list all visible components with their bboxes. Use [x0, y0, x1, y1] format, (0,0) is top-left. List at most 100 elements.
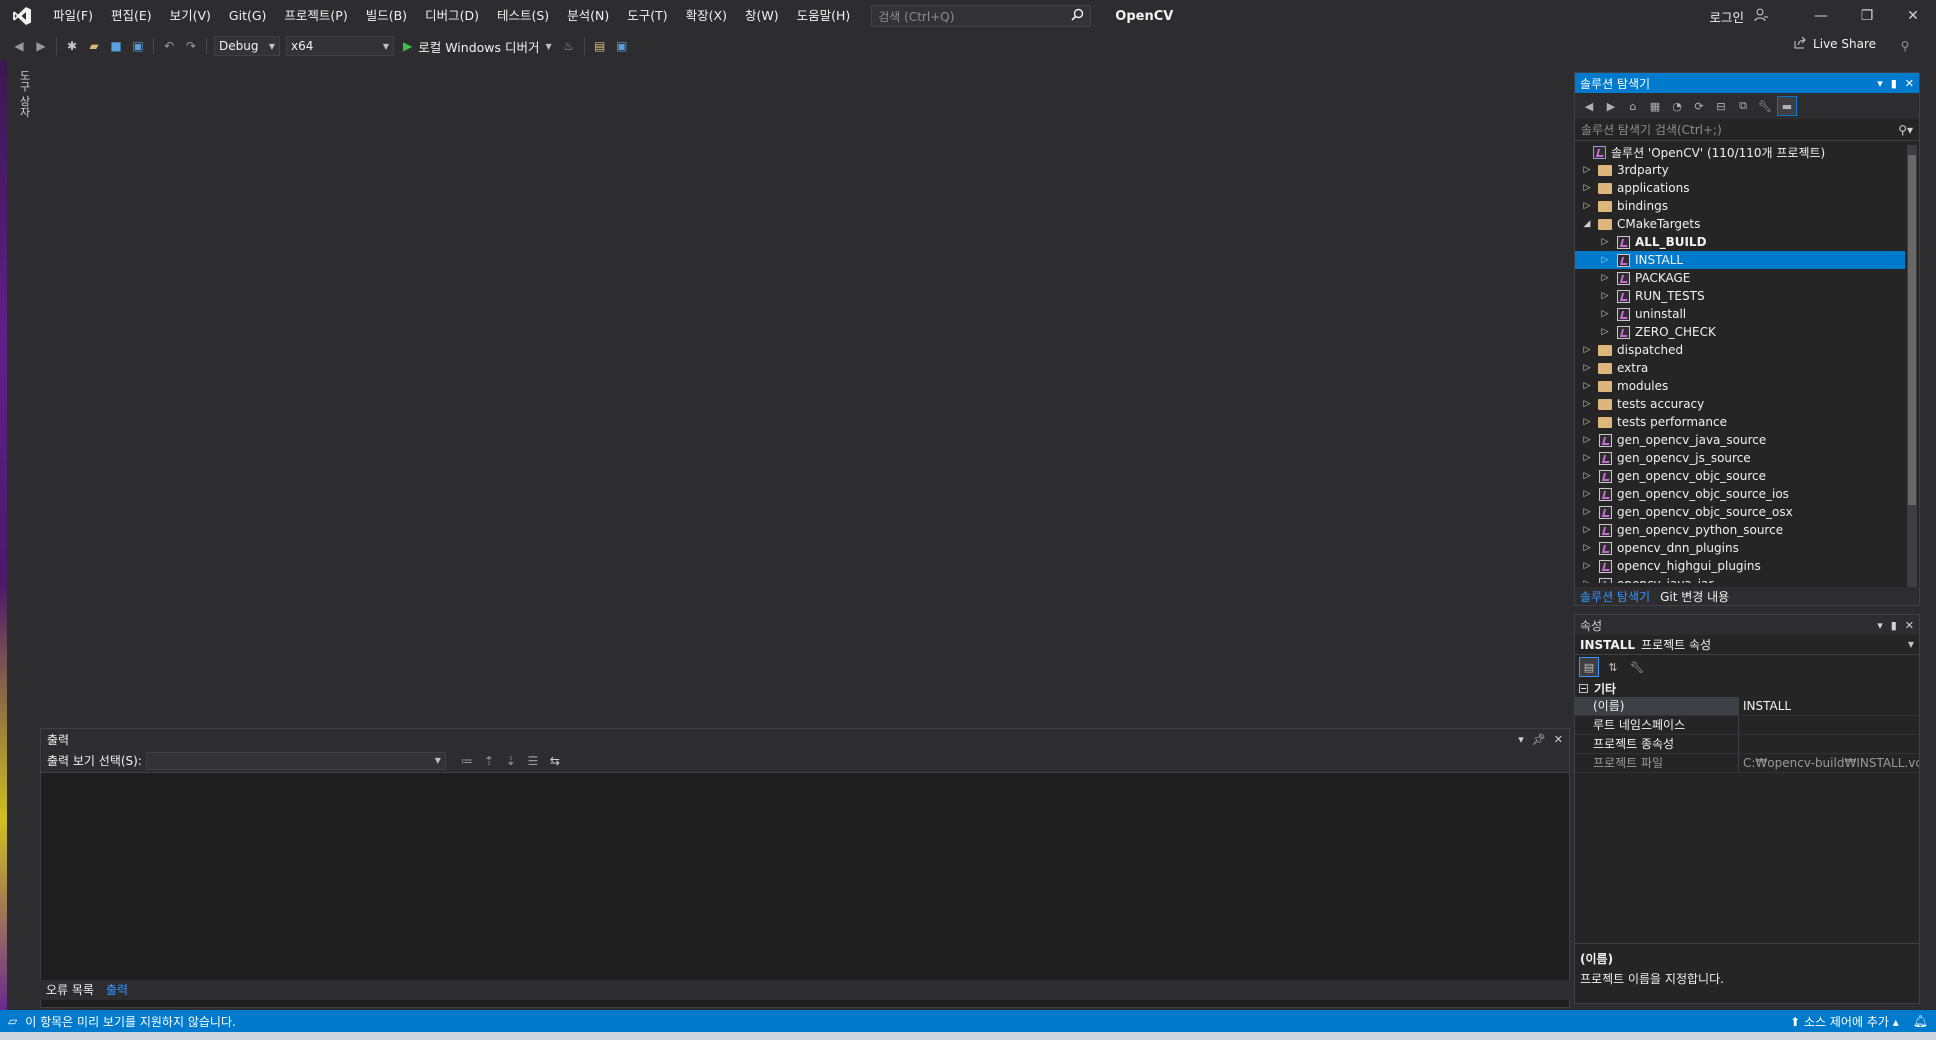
back-icon[interactable]: ◀	[8, 35, 30, 57]
property-row[interactable]: 루트 네임스페이스	[1575, 716, 1919, 735]
property-row[interactable]: (이름) INSTALL	[1575, 697, 1919, 716]
collapsed-arrow-icon[interactable]: ▷	[1581, 363, 1593, 373]
save-all-icon[interactable]: ▣	[127, 35, 149, 57]
visual-studio-logo-icon[interactable]	[0, 0, 44, 32]
restore-button[interactable]: ❐	[1844, 0, 1890, 32]
open-folder-icon[interactable]: ▰	[83, 35, 105, 57]
tree-item[interactable]: ▷ extra	[1575, 359, 1905, 377]
close-button[interactable]: ✕	[1890, 0, 1936, 32]
output-text-area[interactable]	[41, 774, 1569, 1007]
start-debugging-button[interactable]: ▶ 로컬 Windows 디버거 ▼	[403, 37, 552, 56]
tree-item[interactable]: ▷ INSTALL	[1575, 251, 1905, 269]
collapsed-arrow-icon[interactable]: ▷	[1581, 489, 1593, 499]
window-menu-icon[interactable]: ▾	[1518, 733, 1524, 746]
property-pages-icon[interactable]: 🔧︎	[1627, 657, 1647, 677]
forward-icon[interactable]: ▶	[30, 35, 52, 57]
chevron-down-icon[interactable]: ▼	[545, 42, 551, 51]
menu-test[interactable]: 테스트(S)	[488, 0, 558, 32]
account-icon[interactable]	[1754, 8, 1768, 25]
tab-git-changes[interactable]: Git 변경 내용	[1655, 588, 1734, 605]
collapsed-arrow-icon[interactable]: ▷	[1581, 471, 1593, 481]
login-link[interactable]: 로그인	[1709, 7, 1744, 26]
tree-item[interactable]: ▷ opencv_highgui_plugins	[1575, 557, 1905, 575]
menu-git[interactable]: Git(G)	[220, 0, 276, 32]
collapsed-arrow-icon[interactable]: ▷	[1581, 183, 1593, 193]
menu-file[interactable]: 파일(F)	[44, 0, 102, 32]
collapsed-arrow-icon[interactable]: ▷	[1581, 561, 1593, 571]
menu-tools[interactable]: 도구(T)	[618, 0, 676, 32]
tree-item[interactable]: ▷ 3rdparty	[1575, 161, 1905, 179]
alphabetical-icon[interactable]: ⇅	[1603, 657, 1623, 677]
collapsed-arrow-icon[interactable]: ▷	[1581, 165, 1593, 175]
window-menu-icon[interactable]: ▾	[1877, 77, 1883, 90]
preview-selected-icon[interactable]: ▬	[1777, 96, 1797, 116]
tree-item[interactable]: ▷ opencv_java_jar	[1575, 575, 1905, 583]
tree-item[interactable]: ▷ tests performance	[1575, 413, 1905, 431]
property-category[interactable]: − 기타	[1575, 679, 1919, 697]
menu-debug[interactable]: 디버그(D)	[416, 0, 488, 32]
collapsed-arrow-icon[interactable]: ▷	[1581, 381, 1593, 391]
collapsed-arrow-icon[interactable]: ▷	[1581, 525, 1593, 535]
menu-project[interactable]: 프로젝트(P)	[275, 0, 356, 32]
undo-icon[interactable]: ↶	[158, 35, 180, 57]
tree-item[interactable]: ▷ modules	[1575, 377, 1905, 395]
tree-item[interactable]: ▷ PACKAGE	[1575, 269, 1905, 287]
close-icon[interactable]: ✕	[1905, 619, 1914, 632]
menu-analyze[interactable]: 분석(N)	[558, 0, 618, 32]
property-value[interactable]: INSTALL	[1739, 697, 1919, 716]
tree-item[interactable]: ▷ opencv_dnn_plugins	[1575, 539, 1905, 557]
find-next-icon[interactable]: ⇣	[500, 750, 522, 772]
collapsed-arrow-icon[interactable]: ▷	[1581, 435, 1593, 445]
categorized-icon[interactable]: ▤	[1579, 657, 1599, 677]
tree-item[interactable]: ▷ RUN_TESTS	[1575, 287, 1905, 305]
output-source-dropdown[interactable]: ▼	[145, 751, 446, 770]
open-file-icon[interactable]: ▤	[589, 35, 611, 57]
pin-icon[interactable]: 📌︎	[1532, 733, 1546, 746]
close-icon[interactable]: ✕	[1905, 77, 1914, 90]
tab-error-list[interactable]: 오류 목록	[40, 980, 100, 1000]
menu-view[interactable]: 보기(V)	[161, 0, 220, 32]
collapsed-arrow-icon[interactable]: ▷	[1599, 309, 1611, 319]
collapsed-arrow-icon[interactable]: ▷	[1581, 201, 1593, 211]
solution-search-input[interactable]: 솔루션 탐색기 검색(Ctrl+;) ⚲▾	[1575, 119, 1919, 141]
new-item-icon[interactable]: ✱	[61, 35, 83, 57]
tree-item[interactable]: ▷ ALL_BUILD	[1575, 233, 1905, 251]
collapse-all-icon[interactable]: ⊟	[1711, 96, 1731, 116]
source-control-button[interactable]: ⬆ 소스 제어에 추가 ▴	[1790, 1013, 1899, 1030]
find-previous-icon[interactable]: ⇡	[478, 750, 500, 772]
scrollbar-thumb[interactable]	[1908, 155, 1916, 505]
tree-item[interactable]: ▷ tests accuracy	[1575, 395, 1905, 413]
menu-extensions[interactable]: 확장(X)	[677, 0, 736, 32]
tree-item[interactable]: ▷ ZERO_CHECK	[1575, 323, 1905, 341]
property-value[interactable]	[1739, 716, 1919, 735]
clear-all-icon[interactable]: ≔	[456, 750, 478, 772]
properties-wrench-icon[interactable]: 🔧︎	[1755, 96, 1775, 116]
sync-icon[interactable]: ⟳	[1689, 96, 1709, 116]
collapsed-arrow-icon[interactable]: ▷	[1599, 273, 1611, 283]
show-all-files-icon[interactable]: ⧉	[1733, 96, 1753, 116]
feedback-icon[interactable]: ⚲	[1894, 35, 1916, 57]
collapsed-arrow-icon[interactable]: ▷	[1581, 579, 1593, 583]
collapsed-arrow-icon[interactable]: ▷	[1599, 255, 1611, 265]
collapsed-arrow-icon[interactable]: ▷	[1599, 291, 1611, 301]
close-icon[interactable]: ✕	[1554, 733, 1563, 746]
redo-icon[interactable]: ↷	[180, 35, 202, 57]
pin-icon[interactable]: ▮	[1891, 619, 1897, 632]
tree-item[interactable]: ◢ CMakeTargets	[1575, 215, 1905, 233]
collapsed-arrow-icon[interactable]: ▷	[1581, 543, 1593, 553]
solution-root[interactable]: 솔루션 'OpenCV' (110/110개 프로젝트)	[1575, 143, 1905, 161]
tree-item[interactable]: ▷ gen_opencv_objc_source_osx	[1575, 503, 1905, 521]
collapsed-arrow-icon[interactable]: ▷	[1599, 237, 1611, 247]
collapsed-arrow-icon[interactable]: ▷	[1581, 399, 1593, 409]
property-value[interactable]	[1739, 735, 1919, 754]
tab-output[interactable]: 출력	[100, 980, 134, 1000]
properties-object-selector[interactable]: INSTALL 프로젝트 속성 ▼	[1575, 635, 1919, 655]
forward-icon[interactable]: ▶	[1601, 96, 1621, 116]
hot-reload-icon[interactable]: ♨	[558, 35, 580, 57]
property-row[interactable]: 프로젝트 종속성	[1575, 735, 1919, 754]
expanded-arrow-icon[interactable]: ◢	[1581, 219, 1593, 229]
property-value[interactable]: C:₩opencv-build₩INSTALL.vcxp	[1739, 754, 1919, 773]
switch-views-icon[interactable]: ▦	[1645, 96, 1665, 116]
configuration-dropdown[interactable]: Debug ▼	[214, 36, 280, 56]
back-icon[interactable]: ◀	[1579, 96, 1599, 116]
